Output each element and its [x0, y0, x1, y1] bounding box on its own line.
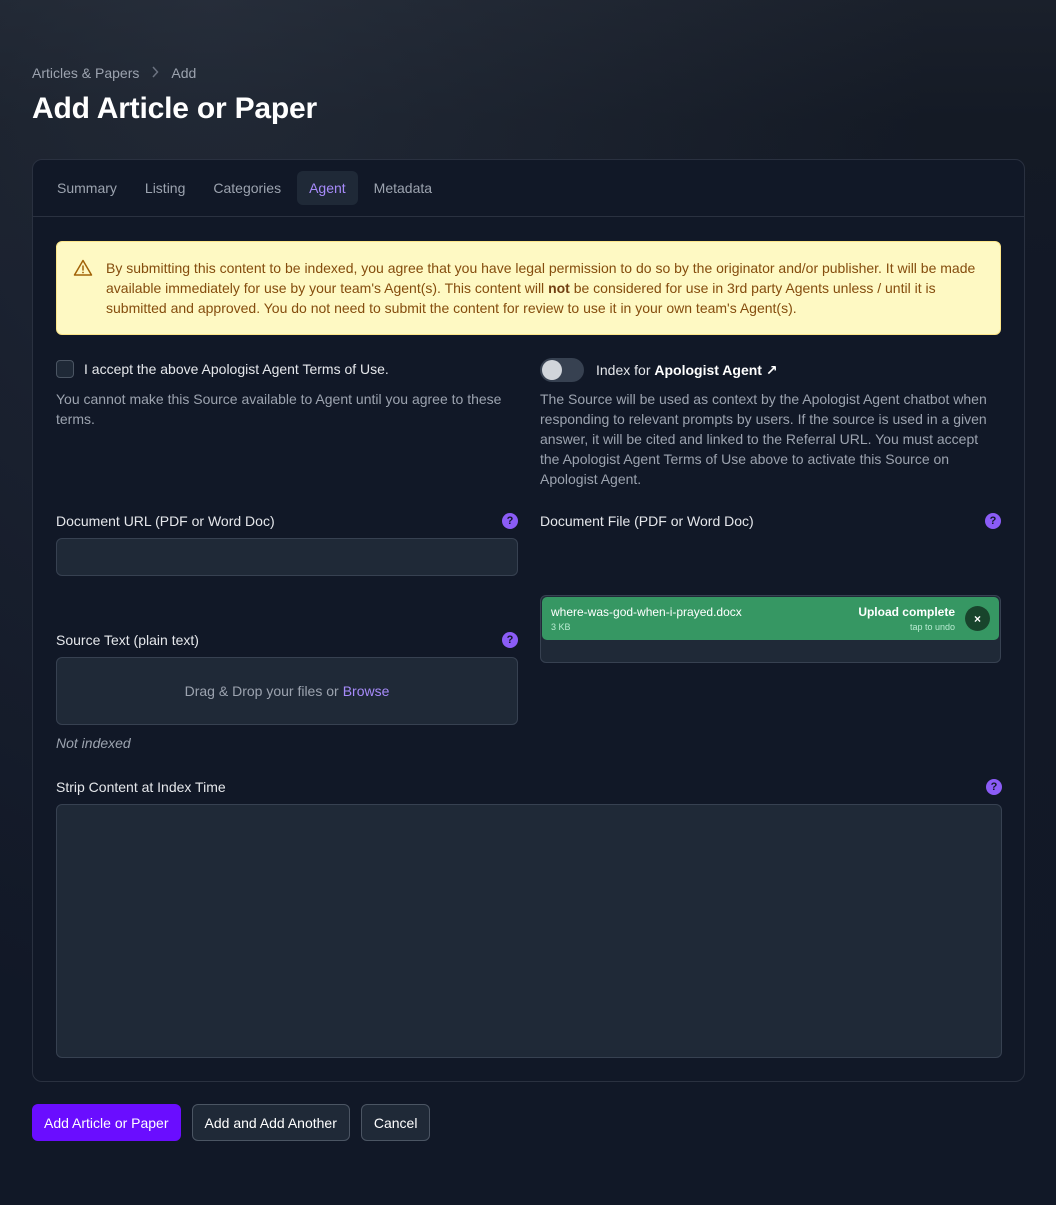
index-toggle[interactable]: [540, 358, 584, 382]
document-url-label-row: Document URL (PDF or Word Doc) ?: [56, 513, 518, 529]
upload-status-text: Upload complete: [858, 605, 955, 619]
index-status-text: Not indexed: [56, 735, 131, 751]
terms-checkbox-label[interactable]: I accept the above Apologist Agent Terms…: [84, 361, 389, 377]
page-title: Add Article or Paper: [32, 92, 317, 125]
source-text-label: Source Text (plain text): [56, 632, 199, 648]
breadcrumb: Articles & Papers Add: [32, 65, 196, 81]
tab-listing[interactable]: Listing: [133, 171, 197, 205]
document-file-label: Document File (PDF or Word Doc): [540, 513, 754, 529]
apologist-agent-link-text: Apologist Agent: [654, 361, 762, 378]
upload-status: Upload complete tap to undo: [858, 605, 955, 632]
document-file-label-row: Document File (PDF or Word Doc) ?: [540, 513, 1001, 529]
question-mark-icon[interactable]: ?: [502, 513, 518, 529]
strip-content-textarea[interactable]: [56, 804, 1002, 1058]
tab-metadata[interactable]: Metadata: [362, 171, 444, 205]
toggle-knob: [542, 360, 562, 380]
document-url-input[interactable]: [56, 538, 518, 576]
document-file-upload[interactable]: where-was-god-when-i-prayed.docx 3 KB Up…: [540, 595, 1001, 663]
external-link-icon: ↗: [765, 361, 778, 378]
remove-file-button[interactable]: ×: [965, 606, 990, 631]
add-and-add-another-button[interactable]: Add and Add Another: [191, 1104, 350, 1141]
form-actions: Add Article or Paper Add and Add Another…: [32, 1104, 431, 1141]
index-toggle-label-prefix: Index for: [596, 361, 655, 378]
page: Articles & Papers Add Add Article or Pap…: [0, 0, 1056, 1205]
tap-to-undo[interactable]: tap to undo: [858, 622, 955, 632]
apologist-agent-link[interactable]: Apologist Agent ↗: [654, 362, 777, 378]
browse-link[interactable]: Browse: [343, 683, 390, 699]
question-mark-icon[interactable]: ?: [986, 779, 1002, 795]
warning-text-emphasis: not: [548, 280, 570, 296]
question-mark-icon[interactable]: ?: [985, 513, 1001, 529]
question-mark-icon[interactable]: ?: [502, 632, 518, 648]
uploaded-file-item: where-was-god-when-i-prayed.docx 3 KB Up…: [542, 597, 999, 640]
chevron-right-icon: [151, 65, 159, 81]
strip-content-label: Strip Content at Index Time: [56, 779, 226, 795]
tab-agent[interactable]: Agent: [297, 171, 358, 205]
source-text-label-row: Source Text (plain text) ?: [56, 632, 518, 648]
tab-categories[interactable]: Categories: [201, 171, 293, 205]
strip-content-label-row: Strip Content at Index Time ?: [56, 779, 1002, 795]
tab-bar: Summary Listing Categories Agent Metadat…: [33, 160, 1024, 217]
warning-text: By submitting this content to be indexed…: [106, 258, 984, 318]
document-url-label: Document URL (PDF or Word Doc): [56, 513, 275, 529]
form-card: Summary Listing Categories Agent Metadat…: [32, 159, 1025, 1082]
cancel-button[interactable]: Cancel: [360, 1104, 431, 1141]
index-helper-text: The Source will be used as context by th…: [540, 391, 987, 487]
terms-checkbox-row: I accept the above Apologist Agent Terms…: [56, 360, 518, 378]
warning-triangle-icon: [73, 258, 93, 278]
terms-warning-banner: By submitting this content to be indexed…: [56, 241, 1001, 335]
index-toggle-row: Index for Apologist Agent ↗: [540, 358, 1001, 382]
terms-checkbox[interactable]: [56, 360, 74, 378]
tab-summary[interactable]: Summary: [45, 171, 129, 205]
index-toggle-label: Index for Apologist Agent ↗: [596, 362, 778, 379]
add-article-button[interactable]: Add Article or Paper: [32, 1104, 181, 1141]
dropzone-text: Drag & Drop your files or: [184, 683, 339, 699]
breadcrumb-parent-link[interactable]: Articles & Papers: [32, 65, 139, 81]
source-text-dropzone[interactable]: Drag & Drop your files or Browse: [56, 657, 518, 725]
breadcrumb-current: Add: [171, 65, 197, 81]
terms-helper-text: You cannot make this Source available to…: [56, 391, 502, 427]
